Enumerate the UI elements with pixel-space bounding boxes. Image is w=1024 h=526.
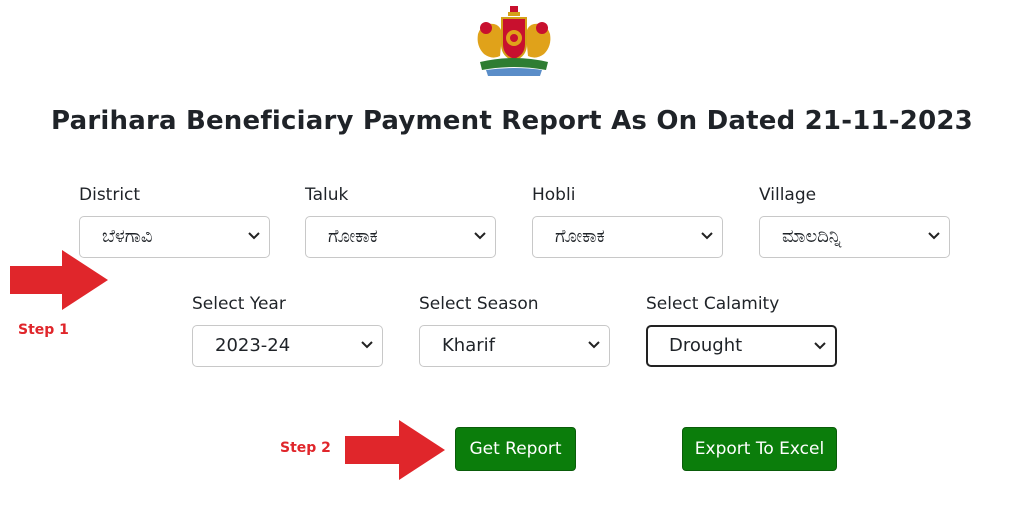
district-value: ಬೆಳಗಾವಿ — [102, 226, 153, 247]
chevron-down-icon — [361, 341, 373, 349]
village-select[interactable]: ಮಾಲದಿನ್ನಿ — [759, 216, 950, 258]
calamity-label: Select Calamity — [646, 294, 780, 314]
calamity-value: Drought — [669, 335, 743, 356]
hobli-label: Hobli — [532, 185, 576, 205]
village-label: Village — [759, 185, 817, 205]
step2-label: Step 2 — [280, 440, 331, 456]
village-value: ಮಾಲದಿನ್ನಿ — [782, 226, 842, 247]
get-report-button[interactable]: Get Report — [455, 427, 576, 471]
year-value: 2023-24 — [215, 335, 291, 356]
page-title: Parihara Beneficiary Payment Report As O… — [51, 106, 973, 136]
season-field: Select Season Kharif — [419, 293, 610, 367]
hobli-select[interactable]: ಗೋಕಾಕ — [532, 216, 723, 258]
district-field: District ಬೆಳಗಾವಿ — [79, 184, 270, 258]
taluk-label: Taluk — [305, 185, 349, 205]
village-field: Village ಮಾಲದಿನ್ನಿ — [759, 184, 950, 258]
step1-label: Step 1 — [18, 322, 69, 338]
chevron-down-icon — [588, 341, 600, 349]
chevron-down-icon — [474, 232, 486, 240]
step1-arrow-icon — [10, 250, 108, 310]
hobli-value: ಗೋಕಾಕ — [555, 226, 605, 247]
season-value: Kharif — [442, 335, 495, 356]
year-select[interactable]: 2023-24 — [192, 325, 383, 367]
hobli-field: Hobli ಗೋಕಾಕ — [532, 184, 723, 258]
calamity-field: Select Calamity Drought — [646, 293, 837, 367]
taluk-field: Taluk ಗೋಕಾಕ — [305, 184, 496, 258]
district-label: District — [79, 185, 141, 205]
export-to-excel-button[interactable]: Export To Excel — [682, 427, 837, 471]
taluk-value: ಗೋಕಾಕ — [328, 226, 378, 247]
chevron-down-icon — [928, 232, 940, 240]
calamity-select[interactable]: Drought — [646, 325, 837, 367]
karnataka-emblem-icon — [477, 6, 551, 76]
year-label: Select Year — [192, 294, 286, 314]
season-label: Select Season — [419, 294, 539, 314]
year-field: Select Year 2023-24 — [192, 293, 383, 367]
chevron-down-icon — [248, 232, 260, 240]
chevron-down-icon — [701, 232, 713, 240]
chevron-down-icon — [814, 342, 826, 350]
step2-arrow-icon — [345, 420, 445, 480]
taluk-select[interactable]: ಗೋಕಾಕ — [305, 216, 496, 258]
season-select[interactable]: Kharif — [419, 325, 610, 367]
